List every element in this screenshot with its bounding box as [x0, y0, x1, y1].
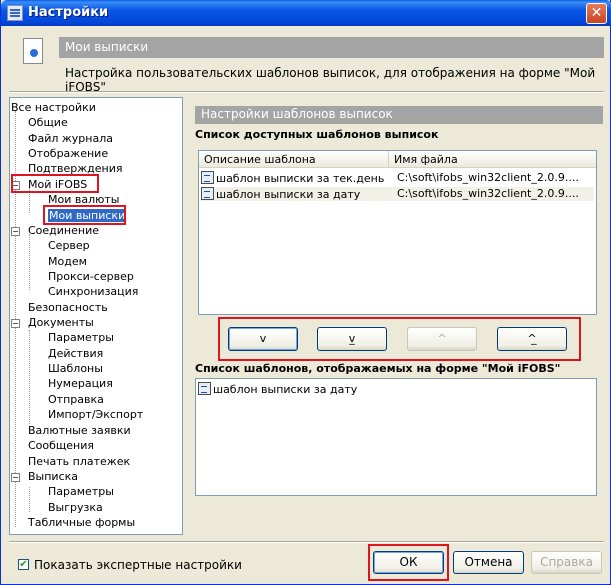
- help-button[interactable]: Справка: [531, 551, 602, 574]
- tree-line: [29, 487, 30, 512]
- list-item[interactable]: шаблон выписки за дату: [198, 382, 357, 396]
- row-description: шаблон выписки за дату: [216, 188, 361, 201]
- highlight-frame: [43, 205, 126, 225]
- tree-line: [29, 234, 30, 290]
- panel-header: Настройки шаблонов выписок: [195, 106, 603, 124]
- column-header-label: Описание шаблона: [204, 153, 316, 166]
- tree-item-table-forms[interactable]: Табличные формы: [28, 516, 135, 529]
- tree-item-actions[interactable]: Действия: [48, 347, 103, 360]
- header-divider: [9, 91, 604, 93]
- row-description: шаблон выписки за тек.день: [216, 172, 385, 185]
- tree-item-export[interactable]: Выгрузка: [48, 501, 103, 514]
- tree-item-import-export[interactable]: Импорт/Экспорт: [48, 408, 143, 421]
- tree-item-proxy[interactable]: Прокси-сервер: [48, 270, 134, 283]
- move-up-button[interactable]: ^: [407, 327, 477, 351]
- tree-item-label: Отображение: [28, 147, 109, 160]
- displayed-templates-list[interactable]: шаблон выписки за дату: [195, 378, 597, 496]
- tree-item-sending[interactable]: Отправка: [48, 393, 104, 406]
- available-templates-list[interactable]: Описание шаблона Имя файла шаблон выписк…: [198, 150, 597, 315]
- tree-line: [29, 330, 30, 424]
- tree-item-sync[interactable]: Синхронизация: [48, 285, 138, 298]
- tree-item-modem[interactable]: Модем: [48, 255, 87, 268]
- displayed-templates-label: Список шаблонов, отображаемых на форме "…: [195, 362, 561, 375]
- panel-title: Настройки шаблонов выписок: [201, 107, 393, 121]
- table-row[interactable]: шаблон выписки за тек.день: [201, 171, 384, 185]
- tree-item-label: Шаблоны: [48, 362, 103, 375]
- tree-item-print-payments[interactable]: Печать платежек: [28, 455, 130, 468]
- column-header-file[interactable]: Имя файла: [389, 151, 596, 168]
- tree-item-numbering[interactable]: Нумерация: [48, 377, 113, 390]
- ok-button[interactable]: ОК: [373, 551, 444, 574]
- tree-item-connection[interactable]: Соединение: [28, 224, 99, 237]
- expert-settings-checkbox[interactable]: ✔: [18, 559, 29, 570]
- expert-settings-label: Показать экспертные настройки: [34, 558, 242, 572]
- tree-item-doc-params[interactable]: Параметры: [48, 331, 114, 344]
- tree-item-all[interactable]: Все настройки: [11, 101, 96, 114]
- tree-item-label: Прокси-сервер: [48, 270, 134, 283]
- settings-tree[interactable]: Все настройки Общие Файл журнала Отображ…: [9, 97, 183, 535]
- tree-item-label: Сообщения: [28, 439, 95, 452]
- column-header-label: Имя файла: [394, 153, 458, 166]
- app-icon: [7, 5, 23, 21]
- tree-item-label: Нумерация: [48, 377, 113, 390]
- tree-item-general[interactable]: Общие: [28, 116, 68, 129]
- header-description: Настройка пользовательских шаблонов выпи…: [65, 66, 596, 94]
- tree-item-label: Файл журнала: [28, 132, 113, 145]
- tree-item-security[interactable]: Безопасность: [28, 301, 108, 314]
- template-icon: [201, 171, 214, 184]
- move-to-bottom-button[interactable]: v̲: [317, 327, 387, 351]
- template-icon: [198, 382, 211, 395]
- list-item-label: шаблон выписки за дату: [213, 383, 358, 396]
- title-bar[interactable]: Настройки ✕: [1, 0, 611, 26]
- header-band: Мои выписки: [59, 37, 604, 58]
- tree-item-label: Синхронизация: [48, 285, 139, 298]
- row-file: C:\soft\ifobs_win32client_2.0.9....: [397, 187, 579, 200]
- tree-item-statement-params[interactable]: Параметры: [48, 485, 114, 498]
- tree-item-label: Табличные формы: [28, 516, 136, 529]
- tree-item-label: Все настройки: [11, 101, 96, 114]
- tree-item-server[interactable]: Сервер: [48, 239, 90, 252]
- tree-item-label: Действия: [48, 347, 104, 360]
- tree-item-label: Модем: [48, 255, 87, 268]
- tree-item-label: Выгрузка: [48, 501, 103, 514]
- tree-item-label: Параметры: [48, 331, 114, 344]
- move-down-button[interactable]: v: [228, 327, 298, 351]
- collapse-icon[interactable]: −: [11, 319, 20, 328]
- tree-item-label: Документы: [28, 316, 94, 329]
- move-to-top-button[interactable]: ^̲: [497, 327, 567, 351]
- collapse-icon[interactable]: −: [11, 227, 20, 236]
- template-icon: [201, 187, 214, 200]
- tree-item-log-file[interactable]: Файл журнала: [28, 132, 113, 145]
- window-title: Настройки: [28, 5, 109, 20]
- tree-item-label: Валютные заявки: [28, 424, 131, 437]
- tree-item-label: Общие: [28, 116, 68, 129]
- tree-item-label: Печать платежек: [28, 455, 131, 468]
- footer-divider: [9, 541, 604, 543]
- tree-item-label: Сервер: [48, 239, 90, 252]
- available-templates-label: Список доступных шаблонов выписок: [195, 128, 439, 141]
- column-header-description[interactable]: Описание шаблона: [199, 151, 389, 168]
- collapse-icon[interactable]: −: [11, 473, 20, 482]
- highlight-frame: [11, 174, 99, 193]
- settings-dialog: Настройки ✕ Мои выписки Настройка пользо…: [0, 0, 611, 585]
- row-file: C:\soft\ifobs_win32client_2.0.9....: [397, 171, 579, 184]
- tree-item-label: Параметры: [48, 485, 114, 498]
- tree-item-statement[interactable]: Выписка: [28, 470, 78, 483]
- tree-item-label: Выписка: [28, 470, 79, 483]
- document-icon: [23, 38, 43, 64]
- tree-item-label: Отправка: [48, 393, 104, 406]
- close-button[interactable]: ✕: [586, 3, 607, 24]
- tree-item-label: Соединение: [28, 224, 100, 237]
- tree-item-label: Импорт/Экспорт: [48, 408, 144, 421]
- tree-item-messages[interactable]: Сообщения: [28, 439, 94, 452]
- header-title: Мои выписки: [65, 40, 149, 54]
- tree-item-label: Безопасность: [28, 301, 108, 314]
- tree-item-display[interactable]: Отображение: [28, 147, 108, 160]
- tree-item-documents[interactable]: Документы: [28, 316, 94, 329]
- close-icon: ✕: [590, 5, 603, 21]
- tree-item-currency-requests[interactable]: Валютные заявки: [28, 424, 131, 437]
- tree-item-templates[interactable]: Шаблоны: [48, 362, 103, 375]
- cancel-button[interactable]: Отмена: [453, 551, 524, 574]
